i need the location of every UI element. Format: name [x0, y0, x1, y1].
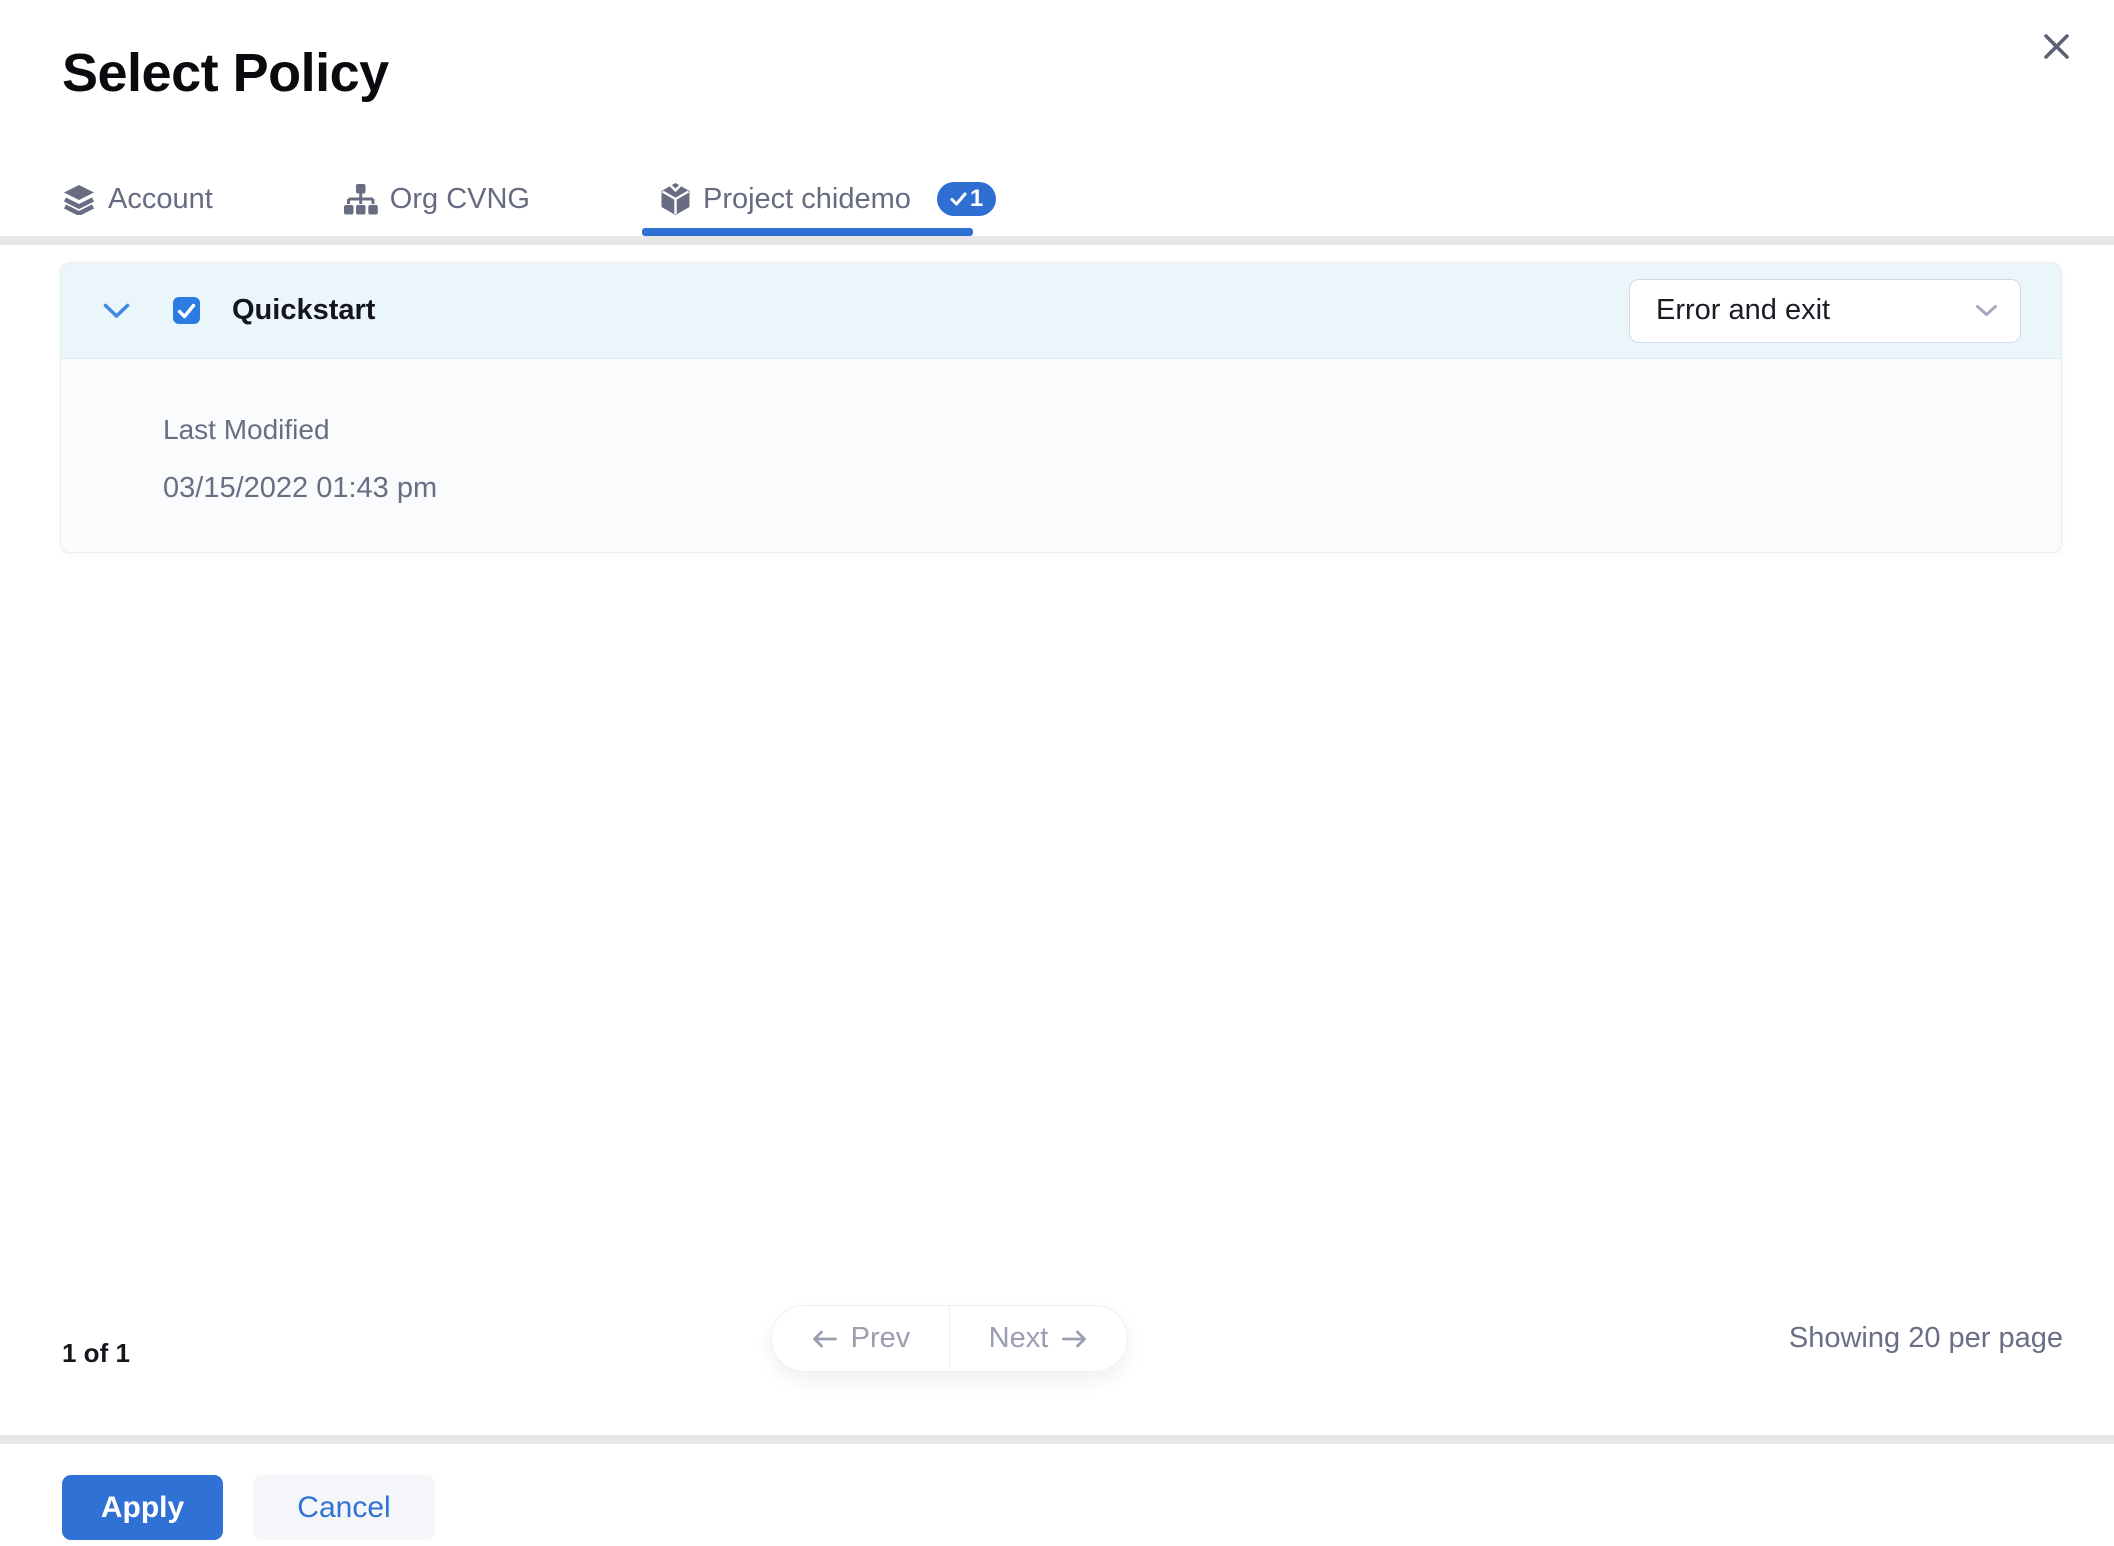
policy-details: Last Modified 03/15/2022 01:43 pm	[61, 359, 2061, 505]
per-page-text: Showing 20 per page	[1788, 1322, 2063, 1354]
page-indicator: 1 of 1	[62, 1338, 130, 1368]
page-title: Select Policy	[62, 43, 389, 103]
last-modified-value: 03/15/2022 01:43 pm	[163, 472, 438, 504]
apply-button[interactable]: Apply	[62, 1475, 223, 1540]
org-chart-icon	[343, 183, 378, 216]
tab-org-cvng[interactable]: Org CVNG	[343, 183, 530, 216]
selected-count-badge: 1	[936, 182, 997, 216]
policy-name: Quickstart	[232, 294, 376, 326]
policy-checkbox[interactable]	[173, 297, 200, 324]
prev-button[interactable]: Prev	[772, 1306, 950, 1371]
tab-project-chidemo[interactable]: Project chidemo 1	[660, 182, 997, 216]
policy-action-value: Error and exit	[1656, 294, 1831, 326]
select-policy-modal: Select Policy Account Org CVNG Project c…	[0, 0, 2114, 1546]
arrow-left-icon	[811, 1329, 838, 1349]
select-chevron-down-icon	[1975, 304, 1998, 317]
chevron-down-icon	[103, 303, 130, 319]
close-icon	[2041, 31, 2072, 62]
cancel-button[interactable]: Cancel	[253, 1475, 435, 1540]
tabs-divider	[0, 236, 2114, 245]
badge-check-icon	[950, 192, 967, 206]
last-modified-label: Last Modified	[163, 414, 330, 445]
tab-org-label: Org CVNG	[389, 182, 530, 215]
prev-label: Prev	[850, 1322, 911, 1354]
tab-account[interactable]: Account	[62, 183, 213, 216]
policy-row[interactable]: Quickstart Error and exit	[61, 263, 2061, 359]
badge-count: 1	[969, 185, 984, 212]
layers-icon	[62, 184, 96, 215]
cube-icon	[660, 182, 691, 216]
checkbox-check-icon	[177, 303, 196, 319]
pager: Prev Next	[771, 1305, 1128, 1372]
close-button[interactable]	[2036, 26, 2076, 66]
next-label: Next	[988, 1322, 1049, 1354]
row-expander-button[interactable]	[103, 302, 130, 320]
policy-action-select[interactable]: Error and exit	[1629, 278, 2021, 343]
tab-project-label: Project chidemo	[702, 182, 911, 215]
arrow-right-icon	[1061, 1329, 1088, 1349]
tab-account-label: Account	[108, 182, 213, 215]
active-tab-indicator	[642, 228, 973, 236]
scope-tabs: Account Org CVNG Project chidemo 1	[62, 168, 1126, 230]
policy-card-quickstart: Quickstart Error and exit Last Modified …	[60, 262, 2062, 553]
footer-divider	[0, 1435, 2114, 1444]
next-button[interactable]: Next	[950, 1306, 1127, 1371]
